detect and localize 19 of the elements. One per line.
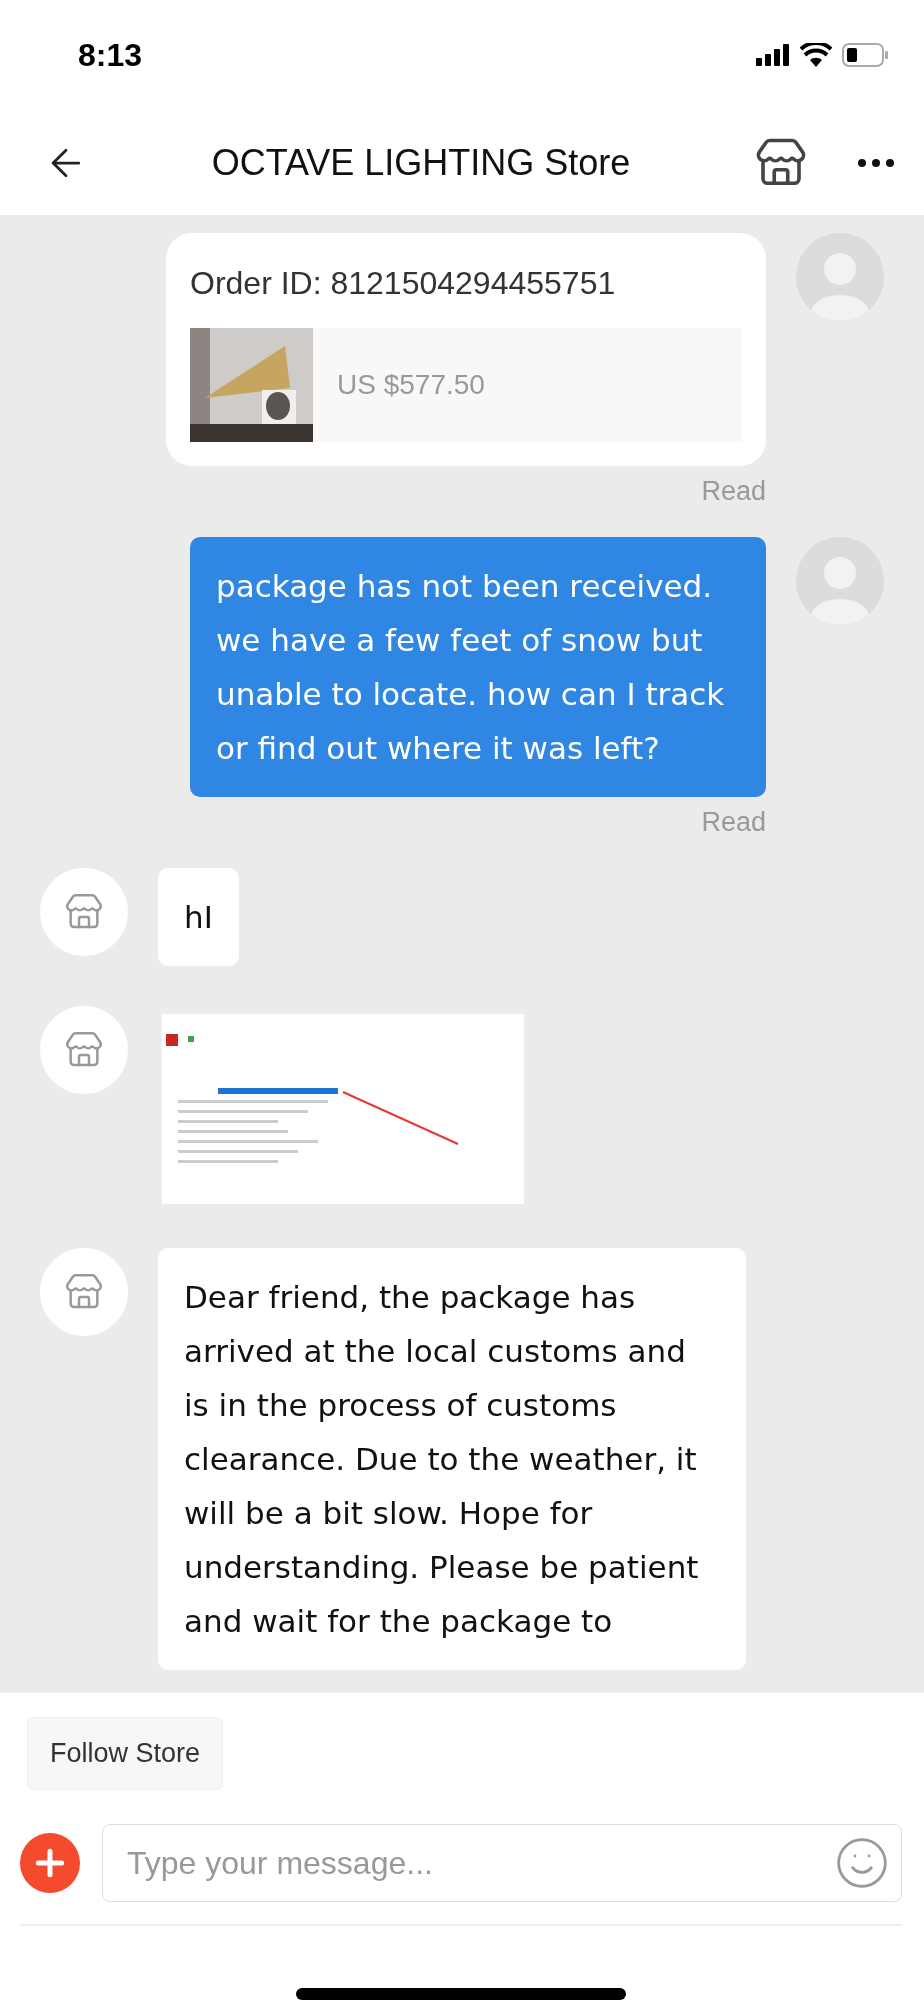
message-bubble: Dear friend, the package has arrived at the local customs and is in the process of customs clearance. Due to the weather, it will be a bit slow. Hope for understanding. Please be patient and wait for the package to xyxy=(158,1248,746,1670)
more-icon xyxy=(858,158,894,167)
message-bubble: hI xyxy=(158,868,239,966)
emoji-icon[interactable] xyxy=(834,1835,890,1891)
read-receipt: Read xyxy=(701,476,766,507)
message-bubble: package has not been received. we have a few feet of snow but unable to locate. how can I track or find out where it was left? xyxy=(190,537,766,797)
store-title: OCTAVE LIGHTING Store xyxy=(210,141,632,184)
more-button[interactable] xyxy=(858,158,894,167)
read-receipt: Read xyxy=(701,807,766,838)
order-id: Order ID: 8121504294455751 xyxy=(190,265,617,302)
message-input[interactable]: Type your message... xyxy=(102,1824,902,1902)
price: US $577.50 xyxy=(337,369,485,401)
follow-store-button[interactable]: Follow Store xyxy=(27,1717,224,1790)
order-card[interactable]: Order ID: 8121504294455751 US $577.50 xyxy=(166,233,766,466)
wifi-icon xyxy=(800,43,832,67)
status-time: 8:13 xyxy=(78,36,143,74)
battery-icon xyxy=(842,43,888,67)
signal-icon xyxy=(756,44,790,66)
add-button[interactable] xyxy=(20,1833,80,1893)
